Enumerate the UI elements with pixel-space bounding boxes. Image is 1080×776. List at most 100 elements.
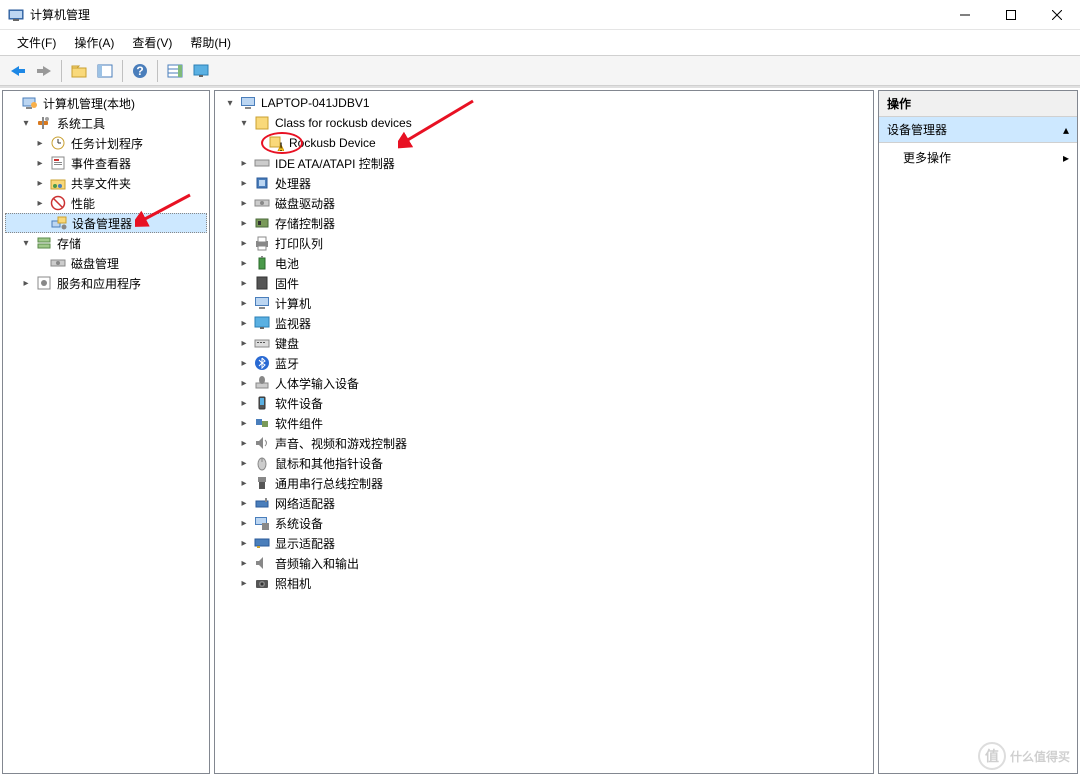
device-node-disk-drives[interactable]: ▸ 磁盘驱动器: [217, 193, 871, 213]
tree-storage[interactable]: ▾ 存储: [5, 233, 207, 253]
collapse-icon[interactable]: [5, 96, 19, 110]
expand-icon[interactable]: ▸: [237, 256, 251, 270]
device-node-hid[interactable]: ▸人体学输入设备: [217, 373, 871, 393]
device-node-computer-category[interactable]: ▸计算机: [217, 293, 871, 313]
collapse-icon[interactable]: ▾: [19, 236, 33, 250]
device-node-print-queues[interactable]: ▸打印队列: [217, 233, 871, 253]
device-node-display-adapters[interactable]: ▸显示适配器: [217, 533, 871, 553]
device-label: 音频输入和输出: [273, 555, 361, 572]
expand-icon[interactable]: ▸: [237, 516, 251, 530]
device-node-mice[interactable]: ▸鼠标和其他指针设备: [217, 453, 871, 473]
device-label: 蓝牙: [273, 355, 301, 372]
bluetooth-icon: [254, 355, 270, 371]
disk-drive-icon: [254, 195, 270, 211]
device-label: 照相机: [273, 575, 313, 592]
forward-button[interactable]: [32, 59, 56, 83]
tree-task-scheduler[interactable]: ▸ 任务计划程序: [5, 133, 207, 153]
expand-icon[interactable]: ▸: [237, 336, 251, 350]
device-label: 电池: [273, 255, 301, 272]
tree-event-viewer[interactable]: ▸ 事件查看器: [5, 153, 207, 173]
device-node-rockusb-device[interactable]: !Rockusb Device: [217, 133, 871, 153]
network-icon: [254, 495, 270, 511]
expand-icon[interactable]: ▸: [237, 496, 251, 510]
device-node-system-devices[interactable]: ▸系统设备: [217, 513, 871, 533]
up-button[interactable]: [67, 59, 91, 83]
actions-section-title[interactable]: 设备管理器 ▴: [879, 117, 1077, 143]
device-node-storage-controllers[interactable]: ▸存储控制器: [217, 213, 871, 233]
expand-icon[interactable]: ▸: [237, 156, 251, 170]
minimize-button[interactable]: [942, 0, 988, 30]
device-node-software-components[interactable]: ▸软件组件: [217, 413, 871, 433]
content-area: 计算机管理(本地) ▾ 系统工具 ▸ 任务计划程序 ▸ 事件查看器: [0, 86, 1080, 776]
expand-icon[interactable]: ▸: [237, 416, 251, 430]
menu-action[interactable]: 操作(A): [65, 31, 123, 54]
tree-shared-folders[interactable]: ▸ 共享文件夹: [5, 173, 207, 193]
expand-icon[interactable]: ▸: [237, 236, 251, 250]
tree-system-tools[interactable]: ▾ 系统工具: [5, 113, 207, 133]
expand-icon[interactable]: ▸: [33, 196, 47, 210]
expand-icon[interactable]: ▸: [237, 196, 251, 210]
device-node-firmware[interactable]: ▸固件: [217, 273, 871, 293]
expand-icon[interactable]: ▸: [237, 576, 251, 590]
audio-io-icon: [254, 555, 270, 571]
device-node-class-rockusb[interactable]: ▾Class for rockusb devices: [217, 113, 871, 133]
expand-icon[interactable]: ▸: [237, 476, 251, 490]
tree-label: 任务计划程序: [69, 135, 145, 152]
expand-icon[interactable]: ▸: [237, 276, 251, 290]
device-label: Rockusb Device: [287, 136, 378, 150]
expand-icon[interactable]: ▸: [237, 536, 251, 550]
tree-root-computer-management[interactable]: 计算机管理(本地): [5, 93, 207, 113]
device-label: 磁盘驱动器: [273, 195, 337, 212]
collapse-icon[interactable]: ▾: [19, 116, 33, 130]
expand-icon[interactable]: ▸: [237, 176, 251, 190]
device-node-sound-video-game[interactable]: ▸声音、视频和游戏控制器: [217, 433, 871, 453]
expand-icon[interactable]: ▸: [19, 276, 33, 290]
device-node-computer[interactable]: ▾LAPTOP-041JDBV1: [217, 93, 871, 113]
firmware-icon: [254, 275, 270, 291]
device-node-audio-io[interactable]: ▸ 音频输入和输出: [217, 553, 871, 573]
expand-icon[interactable]: ▸: [237, 356, 251, 370]
tree-services-apps[interactable]: ▸ 服务和应用程序: [5, 273, 207, 293]
expand-icon[interactable]: ▸: [33, 156, 47, 170]
device-node-network-adapters[interactable]: ▸网络适配器: [217, 493, 871, 513]
device-node-keyboards[interactable]: ▸键盘: [217, 333, 871, 353]
back-button[interactable]: [6, 59, 30, 83]
expand-icon[interactable]: ▸: [237, 436, 251, 450]
watermark-icon: 值: [978, 742, 1006, 770]
software-component-icon: [254, 415, 270, 431]
maximize-button[interactable]: [988, 0, 1034, 30]
monitor-button[interactable]: [189, 59, 213, 83]
device-node-batteries[interactable]: ▸ 电池: [217, 253, 871, 273]
expand-icon[interactable]: ▸: [33, 136, 47, 150]
device-node-ide-atapi[interactable]: ▸IDE ATA/ATAPI 控制器: [217, 153, 871, 173]
collapse-icon[interactable]: ▴: [1063, 123, 1069, 137]
expand-icon[interactable]: ▸: [237, 456, 251, 470]
device-label: 监视器: [273, 315, 313, 332]
close-button[interactable]: [1034, 0, 1080, 30]
menu-help[interactable]: 帮助(H): [181, 31, 240, 54]
device-node-cameras[interactable]: ▸ 照相机: [217, 573, 871, 593]
expand-icon[interactable]: ▸: [237, 296, 251, 310]
detail-view-button[interactable]: [163, 59, 187, 83]
menu-view[interactable]: 查看(V): [123, 31, 181, 54]
device-node-processor[interactable]: ▸处理器: [217, 173, 871, 193]
device-node-monitors[interactable]: ▸ 监视器: [217, 313, 871, 333]
expand-icon[interactable]: ▸: [237, 376, 251, 390]
help-button[interactable]: ?: [128, 59, 152, 83]
collapse-icon[interactable]: ▾: [223, 96, 237, 110]
device-node-bluetooth[interactable]: ▸ 蓝牙: [217, 353, 871, 373]
collapse-icon[interactable]: ▾: [237, 116, 251, 130]
tree-device-manager[interactable]: 设备管理器: [5, 213, 207, 233]
expand-icon[interactable]: ▸: [237, 216, 251, 230]
tree-performance[interactable]: ▸ 性能: [5, 193, 207, 213]
device-node-software-devices[interactable]: ▸软件设备: [217, 393, 871, 413]
expand-icon[interactable]: ▸: [237, 396, 251, 410]
tree-disk-management[interactable]: 磁盘管理: [5, 253, 207, 273]
expand-icon[interactable]: ▸: [237, 316, 251, 330]
show-hide-tree-button[interactable]: [93, 59, 117, 83]
expand-icon[interactable]: ▸: [33, 176, 47, 190]
device-node-usb-controllers[interactable]: ▸通用串行总线控制器: [217, 473, 871, 493]
expand-icon[interactable]: ▸: [237, 556, 251, 570]
menu-file[interactable]: 文件(F): [8, 31, 65, 54]
action-more-operations[interactable]: 更多操作 ▸: [879, 143, 1077, 172]
